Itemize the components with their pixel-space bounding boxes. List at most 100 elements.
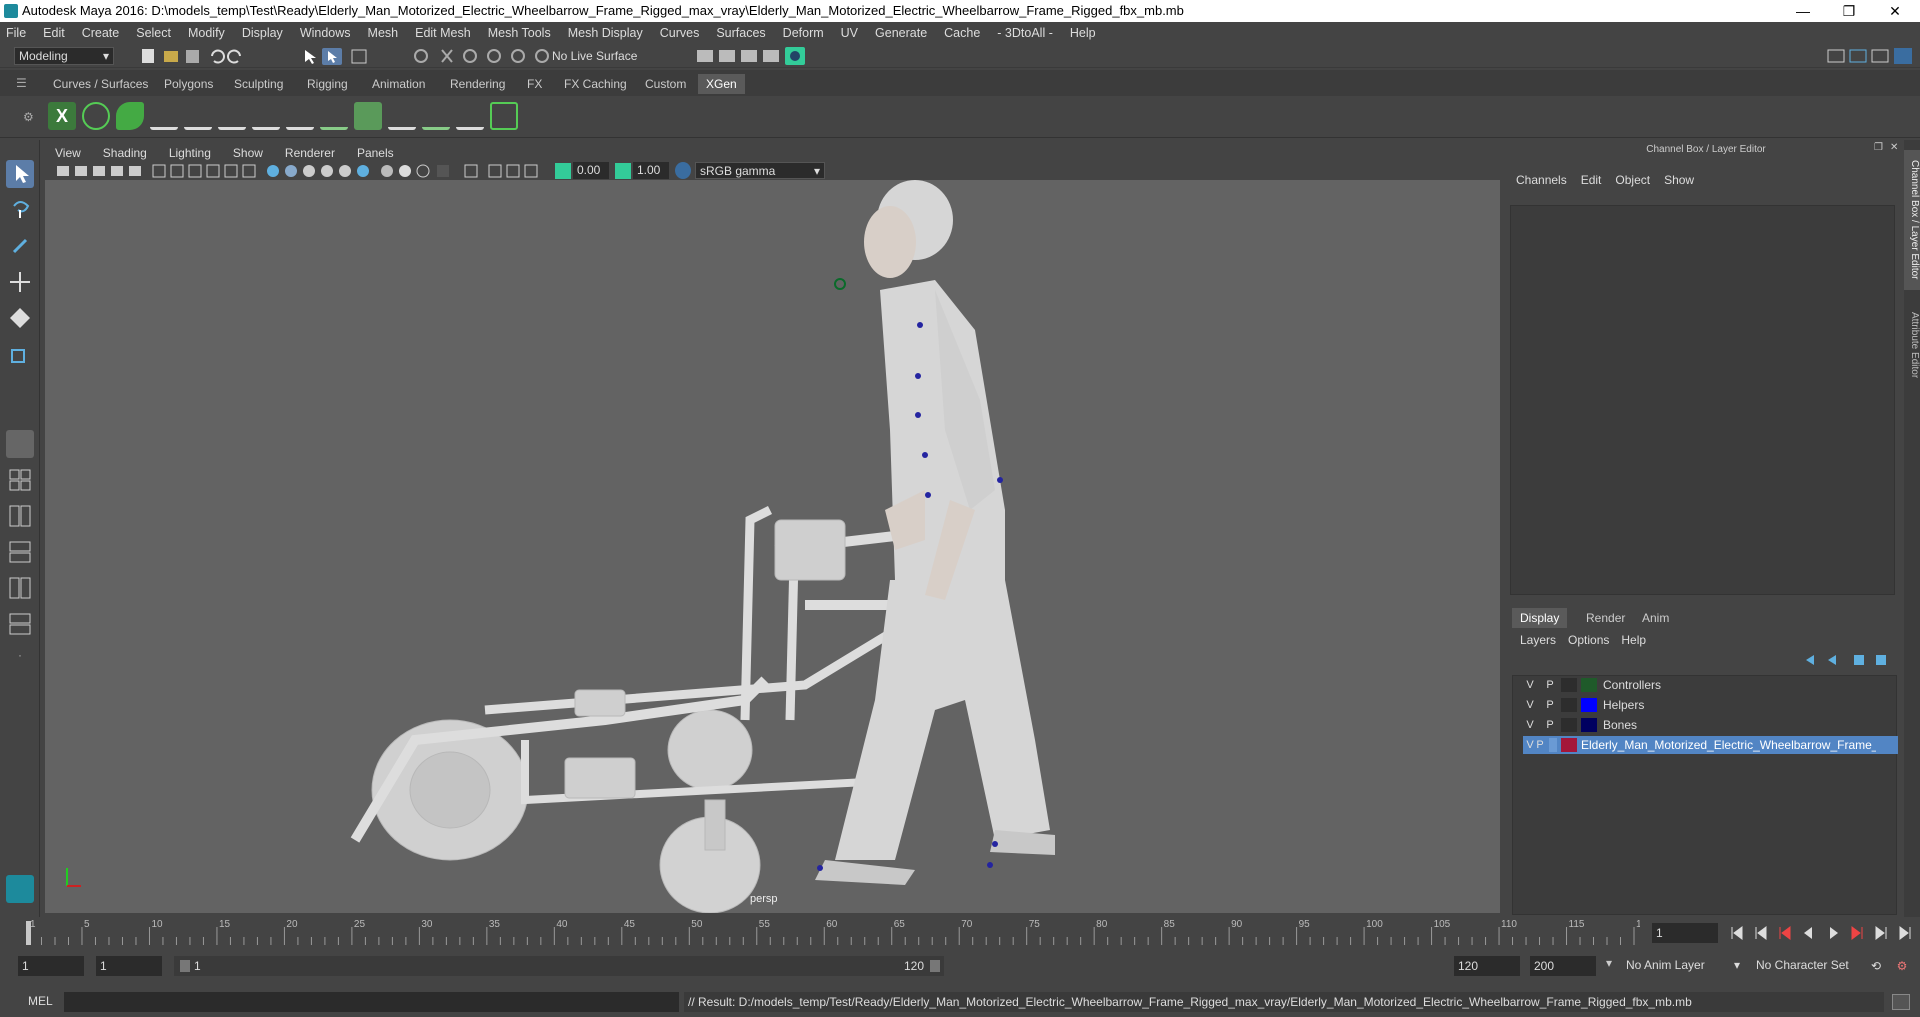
- xgen-preview-icon[interactable]: [82, 102, 110, 130]
- snap-tools-icons[interactable]: [412, 47, 552, 65]
- layer-visible-toggle[interactable]: V: [1521, 696, 1539, 714]
- layer-row-selected[interactable]: V P Elderly_Man_Motorized_Electric_Wheel…: [1523, 736, 1898, 754]
- layer-row[interactable]: V P Bones: [1523, 716, 1898, 734]
- close-panel-icon[interactable]: ✕: [1890, 142, 1898, 153]
- layer-visible-toggle[interactable]: V: [1521, 716, 1539, 734]
- xgen-comb-icon[interactable]: [422, 102, 450, 130]
- range-slider-start-handle[interactable]: [180, 960, 190, 972]
- side-tab-channel-box[interactable]: Channel Box / Layer Editor: [1904, 150, 1920, 290]
- shelf-tab-polygons[interactable]: Polygons: [156, 74, 221, 94]
- xgen-grass-icon[interactable]: [320, 102, 348, 130]
- menu-mesh-tools[interactable]: Mesh Tools: [488, 26, 551, 40]
- xgen-guide-toggle-icon[interactable]: [252, 102, 280, 130]
- menu-help[interactable]: Help: [1070, 26, 1096, 40]
- scale-tool-icon[interactable]: [6, 340, 34, 368]
- script-editor-icon[interactable]: [1892, 994, 1910, 1010]
- layer-action-icons[interactable]: [1798, 652, 1898, 668]
- xgen-groom-icon[interactable]: [388, 102, 416, 130]
- live-surface-field[interactable]: No Live Surface: [552, 47, 657, 65]
- xgen-lock-guide-icon[interactable]: [286, 102, 314, 130]
- layer-playback-toggle[interactable]: P: [1541, 716, 1559, 734]
- shelf-tab-curves-surfaces[interactable]: Curves / Surfaces: [45, 74, 156, 94]
- xgen-sculpt-guide-icon[interactable]: [218, 102, 246, 130]
- shelf-tab-rigging[interactable]: Rigging: [299, 74, 356, 94]
- layer-color-swatch[interactable]: [1581, 678, 1597, 692]
- layer-type-box[interactable]: [1561, 698, 1577, 712]
- layer-menu-help[interactable]: Help: [1621, 633, 1646, 647]
- time-slider-ruler[interactable]: 1 5 10 15 20 25 30 35 40 45 50 55 60 65 70 75 80 85 90 95 10…: [0, 917, 1640, 949]
- playback-start-field[interactable]: 1: [96, 956, 162, 976]
- paint-select-tool-icon[interactable]: [6, 232, 34, 260]
- side-tab-attribute-editor[interactable]: Attribute Editor: [1904, 300, 1920, 390]
- channelbox-menu-edit[interactable]: Edit: [1581, 173, 1602, 187]
- layout-single-icon[interactable]: [6, 430, 34, 458]
- layer-tab-anim[interactable]: Anim: [1634, 608, 1677, 628]
- panel-menu-show[interactable]: Show: [233, 146, 263, 160]
- script-language-label[interactable]: MEL: [28, 994, 53, 1008]
- channelbox-menu-object[interactable]: Object: [1615, 173, 1650, 187]
- current-frame-field[interactable]: 1: [1652, 923, 1718, 943]
- layer-playback-toggle[interactable]: P: [1531, 736, 1549, 754]
- chevron-down-icon[interactable]: ▾: [1606, 956, 1622, 970]
- shelf-tab-rendering[interactable]: Rendering: [442, 74, 513, 94]
- menu-edit[interactable]: Edit: [43, 26, 65, 40]
- panel-menu-panels[interactable]: Panels: [357, 146, 394, 160]
- panel-menu-lighting[interactable]: Lighting: [169, 146, 211, 160]
- menu-surfaces[interactable]: Surfaces: [716, 26, 765, 40]
- shelf-options-icon[interactable]: ⚙: [23, 110, 34, 124]
- menuset-dropdown[interactable]: Modeling ▾: [14, 47, 114, 65]
- auto-key-icon[interactable]: ⟲: [1866, 956, 1886, 976]
- viewport-persp[interactable]: persp: [45, 180, 1500, 913]
- layer-playback-toggle[interactable]: P: [1541, 676, 1559, 694]
- float-panel-icon[interactable]: ❐: [1874, 142, 1883, 153]
- layer-type-box[interactable]: [1561, 678, 1577, 692]
- xgen-cut-icon[interactable]: [456, 102, 484, 130]
- render-tools-icons[interactable]: [695, 47, 815, 65]
- xgen-guides-icon[interactable]: [150, 102, 178, 130]
- character-set-dropdown[interactable]: No Character Set: [1752, 956, 1862, 976]
- shelf-tab-fx-caching[interactable]: FX Caching: [556, 74, 635, 94]
- file-tools-icons[interactable]: [140, 47, 400, 65]
- shelf-tab-sculpting[interactable]: Sculpting: [226, 74, 291, 94]
- xgen-editor-icon[interactable]: X: [48, 102, 76, 130]
- layer-color-swatch[interactable]: [1561, 738, 1577, 752]
- channelbox-menu-channels[interactable]: Channels: [1516, 173, 1567, 187]
- playback-controls[interactable]: [1728, 923, 1918, 943]
- menu-windows[interactable]: Windows: [300, 26, 351, 40]
- current-time-marker[interactable]: [26, 921, 31, 945]
- xgen-delete-icon[interactable]: [490, 102, 518, 130]
- xgen-layers-icon[interactable]: [354, 102, 382, 130]
- panel-menu-view[interactable]: View: [55, 146, 81, 160]
- panel-menu-shading[interactable]: Shading: [103, 146, 147, 160]
- shelf-tab-xgen[interactable]: XGen: [698, 74, 745, 94]
- maya-home-icon[interactable]: [6, 875, 34, 903]
- minimize-button[interactable]: —: [1780, 0, 1826, 22]
- menu-uv[interactable]: UV: [841, 26, 858, 40]
- menu-create[interactable]: Create: [82, 26, 120, 40]
- exposure-field[interactable]: 0.00: [573, 162, 609, 179]
- menu-edit-mesh[interactable]: Edit Mesh: [415, 26, 471, 40]
- command-input[interactable]: [64, 992, 679, 1012]
- colorspace-dropdown[interactable]: sRGB gamma ▾: [695, 162, 825, 179]
- layout-outliner-icon[interactable]: [6, 538, 34, 566]
- layout-four-icon[interactable]: [6, 466, 34, 494]
- menu-cache[interactable]: Cache: [944, 26, 980, 40]
- animation-end-field[interactable]: 200: [1530, 956, 1596, 976]
- layer-color-swatch[interactable]: [1581, 698, 1597, 712]
- layer-menu-options[interactable]: Options: [1568, 633, 1609, 647]
- layer-row[interactable]: V P Helpers: [1523, 696, 1898, 714]
- menu-3dtoall[interactable]: - 3DtoAll -: [997, 26, 1053, 40]
- menu-display[interactable]: Display: [242, 26, 283, 40]
- layout-hypershade-icon[interactable]: [6, 610, 34, 638]
- menu-file[interactable]: File: [6, 26, 26, 40]
- menu-curves[interactable]: Curves: [660, 26, 700, 40]
- menu-deform[interactable]: Deform: [783, 26, 824, 40]
- channelbox-menu-show[interactable]: Show: [1664, 173, 1694, 187]
- layout-two-icon[interactable]: [6, 502, 34, 530]
- layout-graph-icon[interactable]: [6, 574, 34, 602]
- playback-end-field[interactable]: 120: [1454, 956, 1520, 976]
- xgen-add-guide-icon[interactable]: [184, 102, 212, 130]
- menu-select[interactable]: Select: [136, 26, 171, 40]
- time-slider[interactable]: 1 5 10 15 20 25 30 35 40 45 50 55 60 65 70 75 80 85 90 95 10…: [0, 917, 1920, 949]
- xgen-leaf-icon[interactable]: [116, 102, 144, 130]
